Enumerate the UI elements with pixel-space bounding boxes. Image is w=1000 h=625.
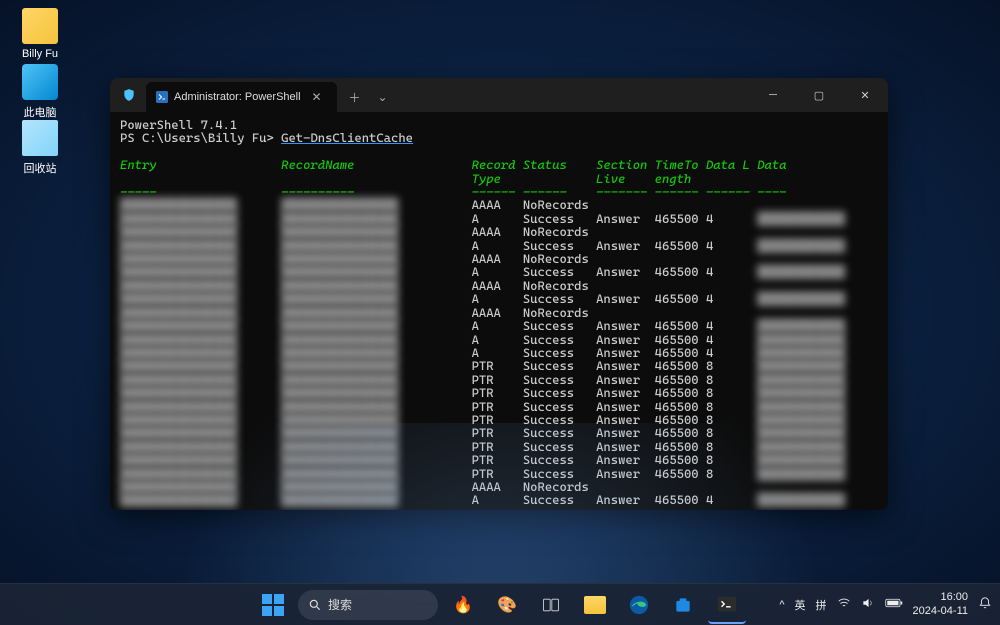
terminal-window: Administrator: PowerShell ✕ ＋ ⌄ ─ ▢ ✕ Po…	[110, 78, 888, 510]
table-row: ████████████████ ████████████████ PTR Su…	[120, 467, 878, 480]
tab-title: Administrator: PowerShell	[174, 91, 301, 103]
clock-date: 2024-04-11	[913, 605, 968, 618]
taskbar-app-taskview[interactable]	[532, 586, 570, 624]
table-row: ████████████████ ████████████████ A Succ…	[120, 292, 878, 305]
terminal-tab[interactable]: Administrator: PowerShell ✕	[146, 82, 337, 112]
explorer-icon	[584, 596, 606, 614]
desktop-icon-recycle-bin[interactable]: 回收站	[10, 120, 70, 176]
tray-chevron-icon[interactable]: ^	[779, 599, 784, 611]
table-row: ████████████████ ████████████████ PTR Su…	[120, 426, 878, 439]
terminal-output[interactable]: PowerShell 7.4.1 PS C:\Users\Billy Fu> G…	[110, 112, 888, 510]
taskbar-clock[interactable]: 16:00 2024-04-11	[913, 591, 968, 617]
notifications-icon[interactable]	[978, 596, 992, 613]
table-row: ████████████████ ████████████████ A Succ…	[120, 319, 878, 332]
new-tab-button[interactable]: ＋	[345, 87, 365, 107]
table-row: ████████████████ ████████████████ A Succ…	[120, 265, 878, 278]
table-row: ████████████████ ████████████████ A Succ…	[120, 493, 878, 506]
table-row: ████████████████ ████████████████ PTR Su…	[120, 386, 878, 399]
taskbar-app-explorer[interactable]	[576, 586, 614, 624]
search-icon	[308, 598, 322, 612]
desktop-icon-label: 回收站	[10, 160, 70, 176]
taskbar-app-store[interactable]	[664, 586, 702, 624]
clock-time: 16:00	[913, 591, 968, 604]
desktop-icon-label: 此电脑	[10, 104, 70, 120]
tab-close-button[interactable]: ✕	[307, 87, 327, 107]
window-titlebar[interactable]: Administrator: PowerShell ✕ ＋ ⌄ ─ ▢ ✕	[110, 78, 888, 112]
taskbar-app-edge[interactable]	[620, 586, 658, 624]
tab-dropdown-button[interactable]: ⌄	[373, 87, 393, 107]
close-button[interactable]: ✕	[842, 78, 888, 112]
admin-shield-icon	[118, 88, 140, 102]
search-placeholder: 搜索	[328, 596, 352, 613]
pc-icon	[22, 64, 58, 100]
edge-icon	[628, 594, 650, 616]
start-button[interactable]	[254, 586, 292, 624]
task-view-icon	[541, 595, 561, 615]
recycle-bin-icon	[22, 120, 58, 156]
table-row: ████████████████ ████████████████ PTR Su…	[120, 453, 878, 466]
minimize-button[interactable]: ─	[750, 78, 796, 112]
table-row: ████████████████ ████████████████ A Succ…	[120, 333, 878, 346]
table-rows-container: ████████████████ ████████████████ AAAA N…	[120, 198, 878, 506]
store-icon	[673, 595, 693, 615]
desktop-icon-this-pc[interactable]: 此电脑	[10, 64, 70, 120]
volume-icon[interactable]	[861, 596, 875, 613]
ps-prompt: PS C:\Users\Billy Fu>	[120, 130, 281, 145]
table-row: ████████████████ ████████████████ AAAA N…	[120, 225, 878, 238]
tray-ime-mode[interactable]: 拼	[816, 597, 827, 613]
wifi-icon[interactable]	[837, 596, 851, 613]
taskbar-search[interactable]: 搜索	[298, 590, 438, 620]
folder-icon	[22, 8, 58, 44]
terminal-icon	[716, 593, 738, 615]
table-row: ████████████████ ████████████████ PTR Su…	[120, 359, 878, 372]
table-row: ████████████████ ████████████████ PTR Su…	[120, 400, 878, 413]
taskbar: 搜索 🔥 🎨 ^ 英 拼 16:00	[0, 583, 1000, 625]
desktop-icon-label: Billy Fu	[10, 48, 70, 60]
desktop-icon-folder[interactable]: Billy Fu	[10, 8, 70, 60]
maximize-button[interactable]: ▢	[796, 78, 842, 112]
table-row: ████████████████ ████████████████ AAAA N…	[120, 198, 878, 211]
taskbar-app-copilot[interactable]: 🎨	[488, 586, 526, 624]
windows-logo-icon	[262, 594, 284, 616]
powershell-icon	[156, 91, 168, 103]
taskbar-center: 搜索 🔥 🎨	[254, 586, 746, 624]
taskbar-tray: ^ 英 拼 16:00 2024-04-11	[779, 591, 992, 617]
battery-icon[interactable]	[885, 598, 903, 611]
taskbar-app-terminal[interactable]	[708, 586, 746, 624]
taskbar-widgets[interactable]: 🔥	[444, 586, 482, 624]
tray-ime-lang[interactable]: 英	[795, 597, 806, 613]
ps-command: Get-DnsClientCache	[281, 130, 413, 145]
